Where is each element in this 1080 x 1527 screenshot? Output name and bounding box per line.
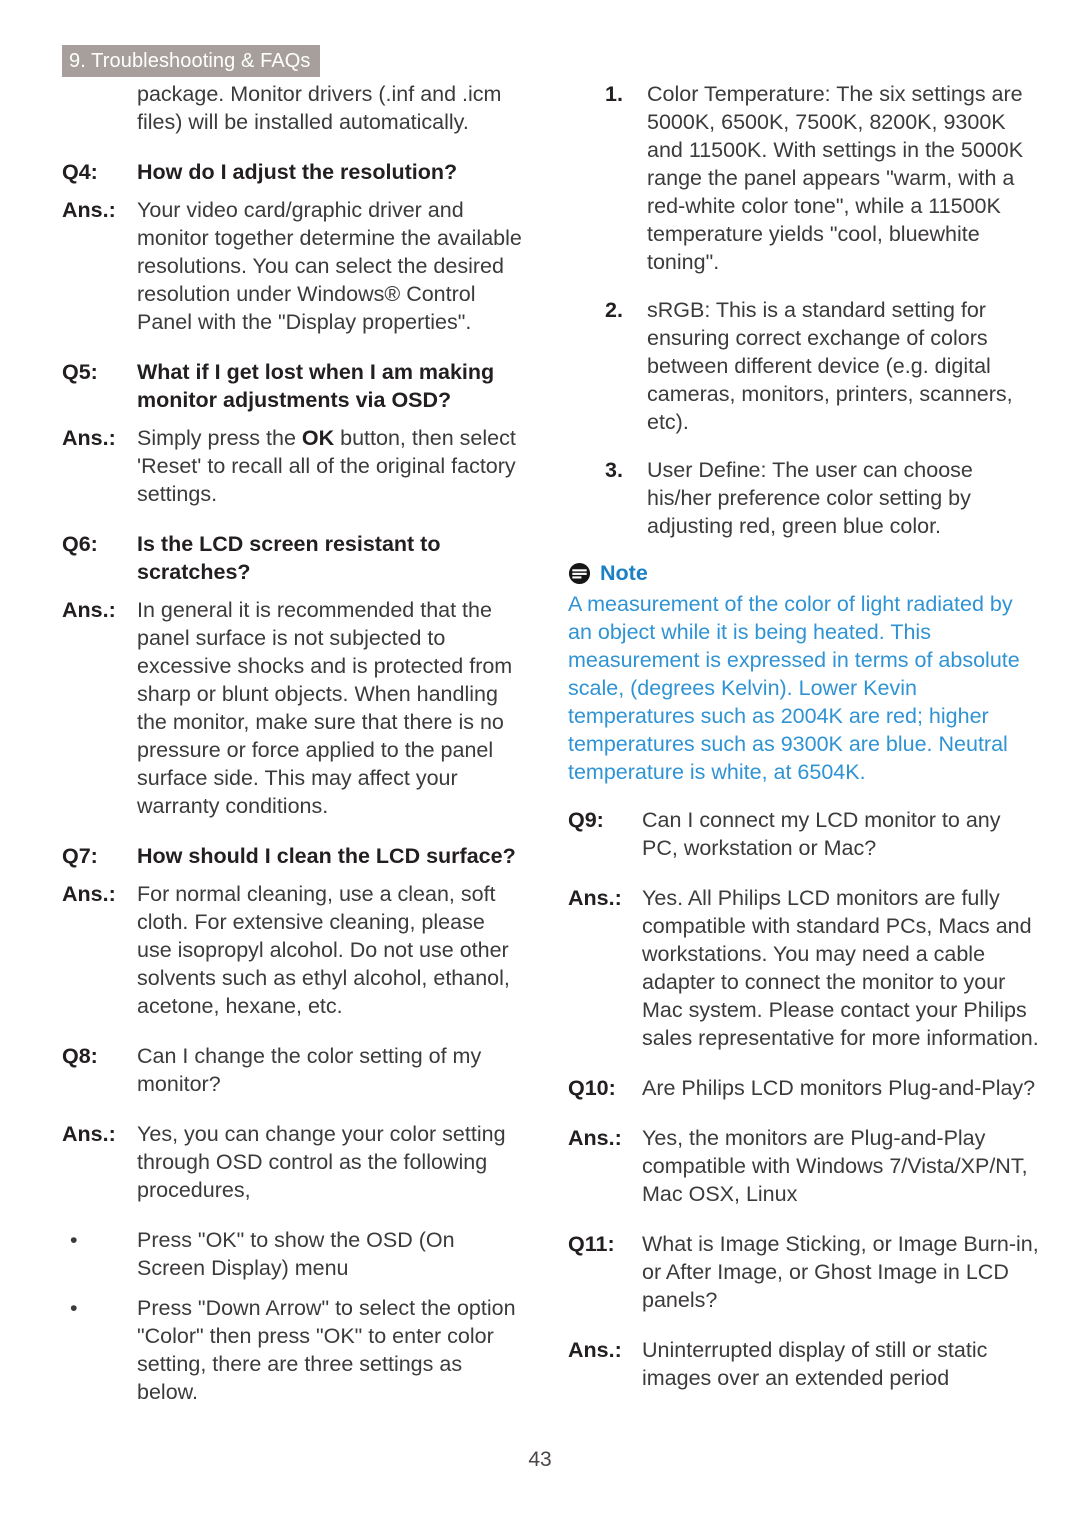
qa-text-ans4: Your video card/graphic driver and monit… <box>137 198 522 334</box>
note-circle-icon <box>568 562 591 584</box>
qa-row-ans6: Ans.: In general it is recommended that … <box>62 596 522 820</box>
qa-row-q7: Q7: How should I clean the LCD surface? <box>62 842 522 870</box>
qa-text-q11: What is Image Sticking, or Image Burn-in… <box>642 1232 1039 1312</box>
qa-row-q10: Q10: Are Philips LCD monitors Plug-and-P… <box>568 1074 1040 1102</box>
qa-row-ans10: Ans.: Yes, the monitors are Plug-and-Pla… <box>568 1124 1040 1208</box>
qa-row-ans4: Ans.: Your video card/graphic driver and… <box>62 196 522 336</box>
numbered-marker-2: 2. <box>605 298 623 322</box>
numbered-marker-1: 1. <box>605 82 623 106</box>
note-body: A measurement of the color of light radi… <box>568 592 1020 784</box>
numbered-item-2: 2. sRGB: This is a standard setting for … <box>568 296 1040 436</box>
qa-row-q6: Q6: Is the LCD screen resistant to scrat… <box>62 530 522 586</box>
qa-text-q9: Can I connect my LCD monitor to any PC, … <box>642 808 1001 860</box>
numbered-text-2: sRGB: This is a standard setting for ens… <box>647 298 1013 434</box>
qa-text-ans11: Uninterrupted display of still or static… <box>642 1338 988 1390</box>
qa-text-ans8: Yes, you can change your color setting t… <box>137 1122 506 1202</box>
qa-text-ans10: Yes, the monitors are Plug-and-Play comp… <box>642 1126 1028 1206</box>
bullet-text-1: Press "OK" to show the OSD (On Screen Di… <box>137 1228 455 1280</box>
numbered-marker-3: 3. <box>605 458 623 482</box>
qa-label-q6: Q6: <box>62 532 98 556</box>
chapter-header-label: 9. Troubleshooting & FAQs <box>69 50 311 72</box>
ok-button-keyword: OK <box>301 426 335 450</box>
note-title: Note <box>600 561 648 585</box>
bullet-text-2: Press "Down Arrow" to select the option … <box>137 1296 516 1404</box>
numbered-text-3: User Define: The user can choose his/her… <box>647 458 973 538</box>
page-number: 43 <box>528 1448 552 1471</box>
qa-text-ans6: In general it is recommended that the pa… <box>137 598 513 818</box>
qa-label-ans8: Ans.: <box>62 1122 116 1146</box>
qa-text-q10: Are Philips LCD monitors Plug-and-Play? <box>642 1076 1036 1100</box>
qa-label-q11: Q11: <box>568 1232 615 1256</box>
qa-row-ans11: Ans.: Uninterrupted display of still or … <box>568 1336 1040 1392</box>
qa-row-q11: Q11: What is Image Sticking, or Image Bu… <box>568 1230 1040 1314</box>
chapter-header-band: 9. Troubleshooting & FAQs <box>62 45 320 77</box>
qa-text-q4: How do I adjust the resolution? <box>137 160 458 184</box>
qa-label-ans11: Ans.: <box>568 1338 622 1362</box>
qa-label-ans6: Ans.: <box>62 598 116 622</box>
qa-row-q5: Q5: What if I get lost when I am making … <box>62 358 522 414</box>
numbered-text-1: Color Temperature: The six settings are … <box>647 82 1024 274</box>
continuation-paragraph: package. Monitor drivers (.inf and .icm … <box>137 82 502 134</box>
qa-text-q5: What if I get lost when I am making moni… <box>137 360 495 412</box>
note-callout: Note A measurement of the color of light… <box>568 560 1040 786</box>
qa-label-q4: Q4: <box>62 160 98 184</box>
qa-row-ans5: Ans.: Simply press the OK button, then s… <box>62 424 522 508</box>
bullet-item-1: • Press "OK" to show the OSD (On Screen … <box>62 1226 522 1282</box>
qa-row-q9: Q9: Can I connect my LCD monitor to any … <box>568 806 1040 862</box>
qa-label-q7: Q7: <box>62 844 98 868</box>
qa-row-q8: Q8: Can I change the color setting of my… <box>62 1042 522 1098</box>
qa-label-q9: Q9: <box>568 808 604 832</box>
numbered-item-3: 3. User Define: The user can choose his/… <box>568 456 1040 540</box>
left-column: package. Monitor drivers (.inf and .icm … <box>62 80 522 1418</box>
note-header: Note <box>568 560 1040 586</box>
right-column: 1. Color Temperature: The six settings a… <box>568 80 1040 1414</box>
qa-label-ans7: Ans.: <box>62 882 116 906</box>
qa-row-ans7: Ans.: For normal cleaning, use a clean, … <box>62 880 522 1020</box>
qa-text-q8: Can I change the color setting of my mon… <box>137 1044 482 1096</box>
qa-label-ans4: Ans.: <box>62 198 116 222</box>
qa-text-ans5-part1: Simply press the <box>137 426 302 450</box>
document-page: 9. Troubleshooting & FAQs package. Monit… <box>0 0 1080 1527</box>
qa-row-ans9: Ans.: Yes. All Philips LCD monitors are … <box>568 884 1040 1052</box>
bullet-marker-2: • <box>70 1296 78 1320</box>
qa-label-ans5: Ans.: <box>62 426 116 450</box>
qa-label-q8: Q8: <box>62 1044 98 1068</box>
qa-text-ans5: Simply press the OK button, then select … <box>137 424 522 508</box>
qa-row-q4: Q4: How do I adjust the resolution? <box>62 158 522 186</box>
numbered-item-1: 1. Color Temperature: The six settings a… <box>568 80 1040 276</box>
bullet-marker-1: • <box>70 1228 78 1252</box>
qa-row-ans8: Ans.: Yes, you can change your color set… <box>62 1120 522 1204</box>
qa-text-q6: Is the LCD screen resistant to scratches… <box>137 532 441 584</box>
qa-label-q10: Q10: <box>568 1076 616 1100</box>
qa-text-ans7: For normal cleaning, use a clean, soft c… <box>137 882 510 1018</box>
qa-label-q5: Q5: <box>62 360 98 384</box>
qa-label-ans10: Ans.: <box>568 1126 622 1150</box>
qa-text-q7: How should I clean the LCD surface? <box>137 844 516 868</box>
qa-label-ans9: Ans.: <box>568 886 622 910</box>
qa-text-ans9: Yes. All Philips LCD monitors are fully … <box>642 886 1039 1050</box>
bullet-item-2: • Press "Down Arrow" to select the optio… <box>62 1294 522 1406</box>
